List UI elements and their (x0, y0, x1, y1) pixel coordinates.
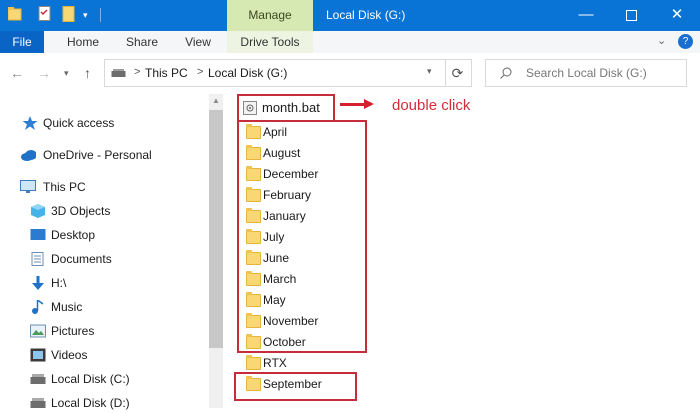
address-bar[interactable]: > This PC > Local Disk (G:) ▾ (104, 59, 446, 87)
annotation-arrow (340, 103, 366, 106)
customize-qat-icon[interactable]: ▾ (83, 6, 88, 24)
annotation-arrow-head (364, 99, 374, 109)
tab-home[interactable]: Home (55, 31, 111, 53)
ribbon: File Home Share View Drive Tools ⌄ ? (0, 31, 700, 54)
music-icon (32, 300, 44, 314)
document-icon (31, 252, 44, 266)
drive-icon (111, 69, 126, 77)
search-input[interactable]: Search Local Disk (G:) (485, 59, 687, 87)
highlight-box-september (234, 372, 357, 401)
cube-icon (31, 204, 45, 218)
download-icon (32, 276, 44, 290)
nav-item-videos[interactable]: Videos (30, 345, 202, 365)
title-bar: ▾ Manage Local Disk (G:) — ✕ (0, 0, 700, 31)
tab-drive-tools[interactable]: Drive Tools (227, 31, 313, 53)
monitor-icon (20, 180, 36, 193)
help-icon[interactable]: ? (678, 34, 693, 49)
picture-icon (30, 324, 46, 338)
nav-item-3d-objects[interactable]: 3D Objects (30, 201, 202, 221)
crumb-separator-icon: > (197, 66, 204, 78)
nav-item-h-drive[interactable]: H:\ (30, 273, 202, 293)
forward-icon[interactable]: → (37, 65, 51, 81)
drive-icon (30, 374, 46, 384)
nav-item-local-disk-c[interactable]: Local Disk (C:) (30, 369, 202, 389)
crumb-separator-icon: > (134, 66, 141, 78)
address-dropdown-icon[interactable]: ▾ (427, 66, 432, 77)
nav-item-music[interactable]: Music (30, 297, 202, 317)
nav-item-onedrive[interactable]: OneDrive - Personal (20, 145, 202, 165)
nav-item-local-disk-d[interactable]: Local Disk (D:) (30, 393, 202, 413)
tab-view[interactable]: View (171, 31, 225, 53)
search-icon (500, 67, 512, 79)
crumb-local-disk-g[interactable]: Local Disk (G:) (208, 66, 287, 80)
recent-locations-icon[interactable]: ▾ (64, 68, 69, 79)
star-icon (22, 116, 38, 130)
video-icon (30, 348, 46, 362)
minimize-icon[interactable]: — (563, 0, 609, 31)
desktop-icon (30, 229, 46, 240)
close-icon[interactable]: ✕ (654, 0, 700, 31)
highlight-box-bat-file (237, 94, 335, 122)
nav-scrollbar-thumb[interactable] (209, 110, 223, 348)
annotation-double-click: double click (392, 97, 471, 114)
scroll-up-icon[interactable]: ▲ (212, 96, 220, 105)
highlight-box-month-folders (237, 120, 367, 353)
cloud-icon (21, 150, 36, 161)
qat-separator (100, 8, 101, 22)
list-item[interactable]: RTX (246, 353, 346, 373)
window-title: Local Disk (G:) (326, 8, 406, 22)
expand-ribbon-icon[interactable]: ⌄ (657, 34, 666, 47)
tab-file[interactable]: File (0, 31, 44, 53)
nav-item-this-pc[interactable]: This PC (20, 177, 202, 197)
folder-app-icon (7, 6, 22, 24)
up-icon[interactable]: ↑ (84, 65, 91, 81)
refresh-icon[interactable]: ⟳ (444, 59, 472, 87)
new-folder-icon[interactable] (62, 6, 76, 24)
folder-icon (246, 355, 261, 370)
nav-item-desktop[interactable]: Desktop (30, 225, 202, 245)
manage-context-tab[interactable]: Manage (227, 0, 313, 31)
tab-share[interactable]: Share (114, 31, 170, 53)
nav-item-quick-access[interactable]: Quick access (22, 113, 202, 133)
back-icon[interactable]: ← (10, 65, 24, 81)
navigation-pane: Quick access OneDrive - Personal This PC… (0, 94, 210, 410)
properties-icon[interactable] (38, 6, 52, 24)
maximize-icon[interactable] (608, 0, 654, 31)
nav-item-documents[interactable]: Documents (30, 249, 202, 269)
crumb-this-pc[interactable]: This PC (145, 66, 188, 80)
nav-item-pictures[interactable]: Pictures (30, 321, 202, 341)
search-placeholder: Search Local Disk (G:) (526, 66, 647, 80)
